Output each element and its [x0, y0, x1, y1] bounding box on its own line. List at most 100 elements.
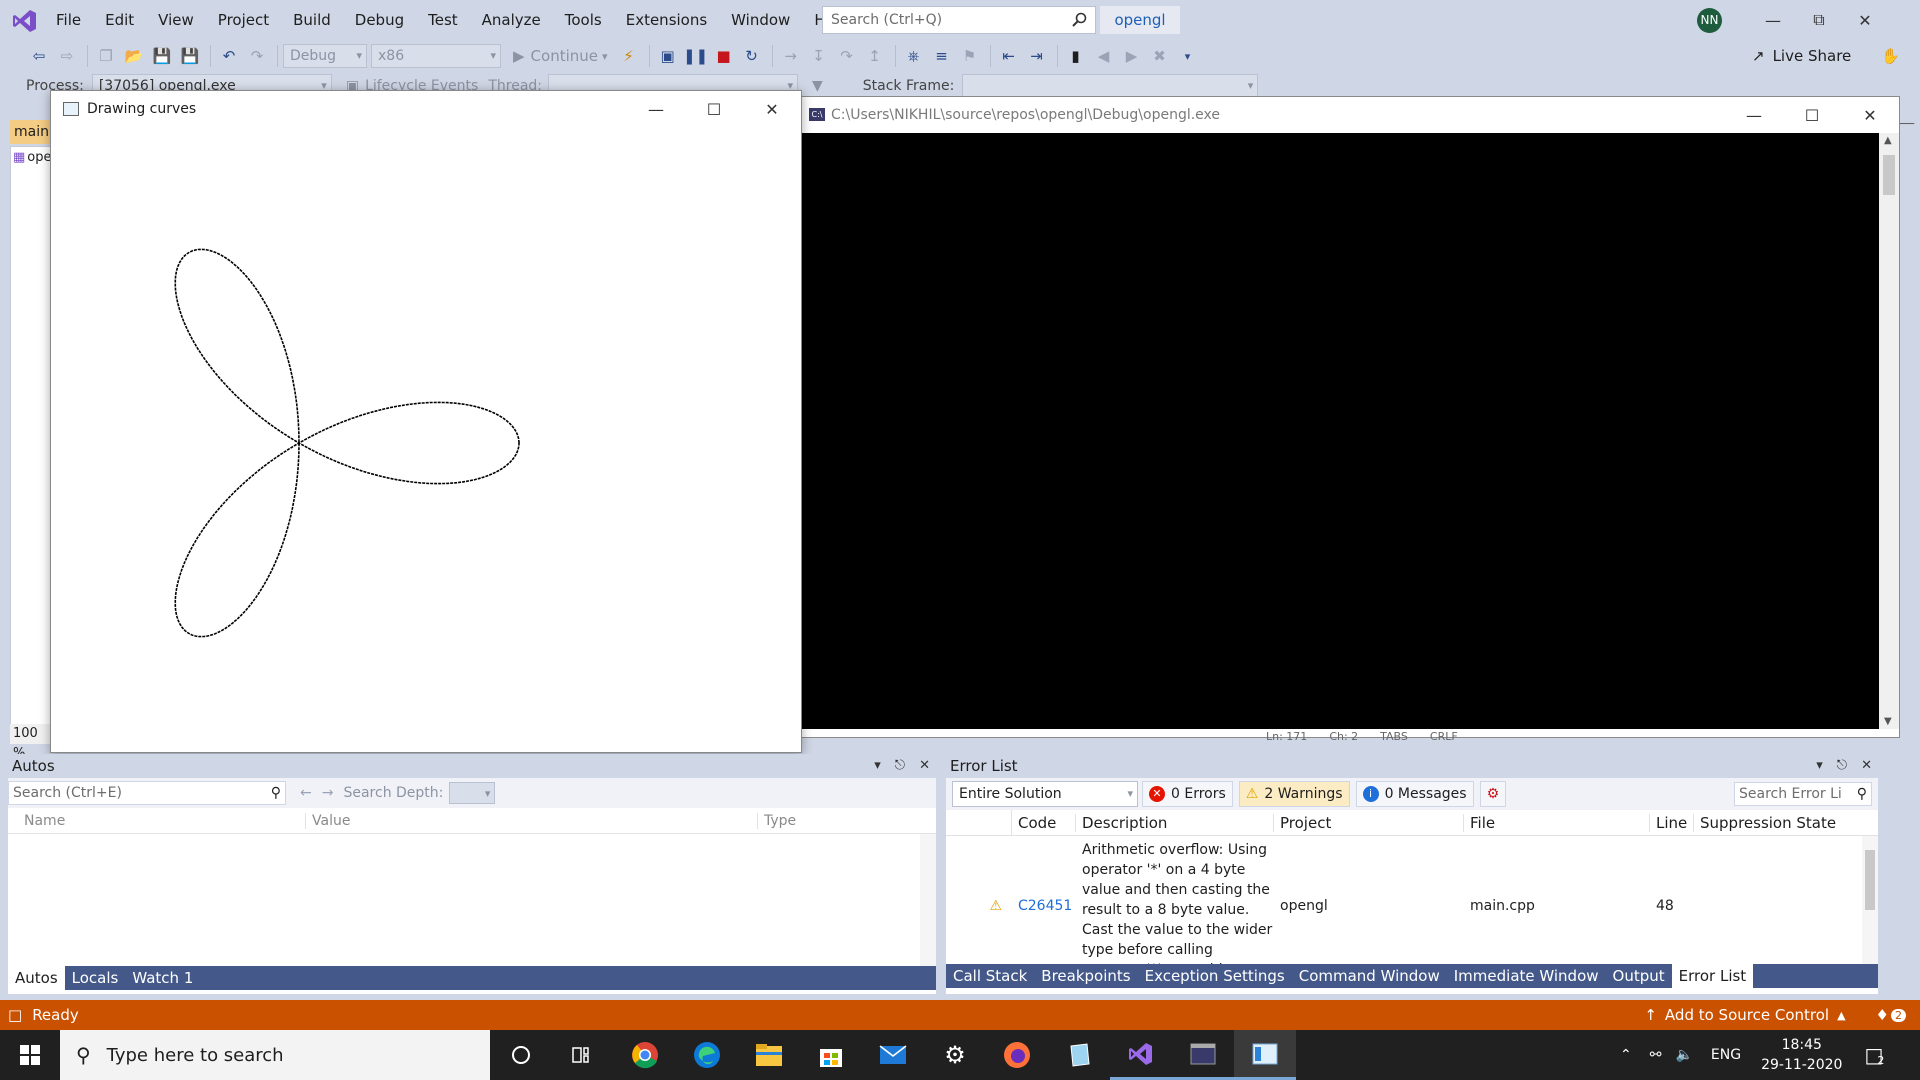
menu-build[interactable]: Build — [281, 0, 343, 40]
next-bookmark-icon[interactable]: ▶ — [1119, 43, 1145, 69]
settings-icon[interactable]: ⚙ — [924, 1030, 986, 1080]
column-project[interactable]: Project — [1274, 813, 1464, 832]
drawing-canvas[interactable] — [51, 127, 801, 752]
column-code[interactable]: Code — [1012, 813, 1076, 832]
tab-autos[interactable]: Autos — [8, 966, 65, 990]
firefox-icon[interactable] — [986, 1030, 1048, 1080]
minimize-icon[interactable]: — — [1725, 97, 1783, 133]
close-icon[interactable]: ✕ — [743, 91, 801, 127]
tab-error-list[interactable]: Error List — [1671, 964, 1754, 988]
step-into-icon[interactable]: ↧ — [806, 43, 832, 69]
continue-button[interactable]: ▶ Continue ▾ — [513, 47, 608, 65]
zoom-level[interactable]: 100 % — [10, 724, 52, 761]
save-icon[interactable]: 💾 — [149, 43, 175, 69]
autos-grid-body[interactable] — [8, 834, 936, 966]
indent-icon[interactable]: ⇥ — [1024, 43, 1050, 69]
error-list-scrollbar[interactable] — [1862, 836, 1878, 964]
maximize-icon[interactable]: ☐ — [1783, 97, 1841, 133]
error-code-link[interactable]: C26451 — [1012, 840, 1076, 914]
pane-menu-icon[interactable]: ▾ — [874, 754, 881, 778]
minimize-icon[interactable]: — — [627, 91, 685, 127]
save-all-icon[interactable]: 💾 — [177, 43, 203, 69]
stop-icon[interactable]: ■ — [711, 43, 737, 69]
avatar[interactable]: NN — [1697, 8, 1722, 33]
chrome-icon[interactable] — [614, 1030, 676, 1080]
drawing-window-title-bar[interactable]: Drawing curves — ☐ ✕ — [51, 91, 801, 127]
tab-locals[interactable]: Locals — [65, 966, 126, 990]
autos-search-input[interactable]: Search (Ctrl+E) ⚲ — [8, 781, 286, 805]
build-intellisense-filter-icon[interactable]: ⚙ — [1479, 781, 1507, 807]
warnings-filter-button[interactable]: ⚠ 2 Warnings — [1238, 781, 1350, 807]
notifications-button[interactable]: ♦ 2 — [1876, 1006, 1906, 1024]
restart-icon[interactable]: ↻ — [739, 43, 765, 69]
toolbar-overflow-icon[interactable]: ▾ — [1175, 43, 1201, 69]
redo-icon[interactable]: ↷ — [244, 43, 270, 69]
back-icon[interactable]: ⇦ — [26, 43, 52, 69]
live-share-button[interactable]: ↗ Live Share ✋ — [1752, 40, 1900, 72]
hot-reload-icon[interactable]: ⚡ — [616, 43, 642, 69]
action-center-icon[interactable]: □ 2 — [1864, 1043, 1884, 1067]
close-icon[interactable]: ✕ — [1861, 754, 1872, 778]
pin-icon[interactable]: ⎋ — [895, 754, 905, 778]
taskbar-search-box[interactable]: ⚲ Type here to search — [60, 1030, 490, 1080]
tab-immediate-window[interactable]: Immediate Window — [1447, 964, 1606, 988]
maximize-icon[interactable]: ☐ — [685, 91, 743, 127]
restore-icon[interactable]: ⧉ — [1796, 0, 1842, 40]
windows-start-icon[interactable] — [0, 1030, 60, 1080]
outdent-icon[interactable]: ⇤ — [996, 43, 1022, 69]
cortana-icon[interactable] — [490, 1030, 552, 1080]
chevron-up-icon[interactable]: ⌃ — [1620, 1047, 1632, 1063]
vs-search-box[interactable]: Search (Ctrl+Q) — [822, 6, 1096, 34]
menu-window[interactable]: Window — [719, 0, 802, 40]
column-type[interactable]: Type — [758, 813, 796, 829]
menu-tools[interactable]: Tools — [553, 0, 614, 40]
menu-edit[interactable]: Edit — [93, 0, 146, 40]
menu-file[interactable]: File — [44, 0, 93, 40]
drawing-window[interactable]: Drawing curves — ☐ ✕ — [50, 90, 802, 753]
messages-filter-button[interactable]: i 0 Messages — [1355, 781, 1474, 807]
forward-icon[interactable]: ⇨ — [54, 43, 80, 69]
volume-icon[interactable]: 🔈 — [1675, 1047, 1692, 1063]
pane-menu-icon[interactable]: ▾ — [1816, 754, 1823, 778]
mail-icon[interactable] — [862, 1030, 924, 1080]
menu-test[interactable]: Test — [416, 0, 470, 40]
solution-explorer-tab[interactable]: │ — [1900, 120, 1914, 127]
new-project-icon[interactable]: ❐ — [93, 43, 119, 69]
console-scrollbar[interactable]: ▲ ▼ — [1879, 133, 1899, 729]
search-depth-dropdown[interactable] — [449, 782, 496, 805]
scrollbar-thumb[interactable] — [1883, 155, 1895, 195]
flag-icon[interactable]: ⚑ — [957, 43, 983, 69]
column-suppression-state[interactable]: Suppression State — [1694, 814, 1836, 832]
column-value[interactable]: Value — [306, 812, 758, 829]
column-description[interactable]: Description — [1076, 813, 1274, 832]
menu-debug[interactable]: Debug — [343, 0, 416, 40]
clear-bookmarks-icon[interactable]: ✖ — [1147, 43, 1173, 69]
tab-watch-1[interactable]: Watch 1 — [125, 966, 200, 990]
open-file-icon[interactable]: 📂 — [121, 43, 147, 69]
close-icon[interactable]: ✕ — [1842, 0, 1888, 40]
undo-icon[interactable]: ↶ — [216, 43, 242, 69]
prev-bookmark-icon[interactable]: ◀ — [1091, 43, 1117, 69]
console-title-bar[interactable]: C:\ C:\Users\NIKHIL\source\repos\opengl\… — [801, 97, 1899, 133]
back-icon[interactable]: ← — [300, 785, 312, 801]
step-out-icon[interactable]: ↥ — [862, 43, 888, 69]
feedback-icon[interactable]: ✋ — [1881, 47, 1900, 65]
language-indicator[interactable]: ENG — [1711, 1047, 1741, 1063]
menu-analyze[interactable]: Analyze — [470, 0, 553, 40]
hex-display-icon[interactable]: ⎈ — [901, 43, 927, 69]
clock[interactable]: 18:45 29-11-2020 — [1761, 1035, 1842, 1075]
pin-icon[interactable]: ⎋ — [1837, 754, 1847, 778]
errors-filter-button[interactable]: ✕ 0 Errors — [1142, 781, 1233, 807]
opengl-window-taskbar-icon[interactable] — [1234, 1030, 1296, 1080]
edge-icon[interactable] — [676, 1030, 738, 1080]
minimize-icon[interactable]: — — [1750, 0, 1796, 40]
column-file[interactable]: File — [1464, 813, 1650, 832]
scroll-up-icon[interactable]: ▲ — [1884, 135, 1892, 146]
tab-command-window[interactable]: Command Window — [1292, 964, 1447, 988]
column-name[interactable]: Name — [8, 812, 306, 829]
close-icon[interactable]: ✕ — [919, 754, 930, 778]
configuration-dropdown[interactable]: Debug — [283, 44, 367, 68]
tab-output[interactable]: Output — [1606, 964, 1672, 988]
wifi-icon[interactable]: ⚯ — [1650, 1047, 1662, 1063]
tab-breakpoints[interactable]: Breakpoints — [1034, 964, 1137, 988]
